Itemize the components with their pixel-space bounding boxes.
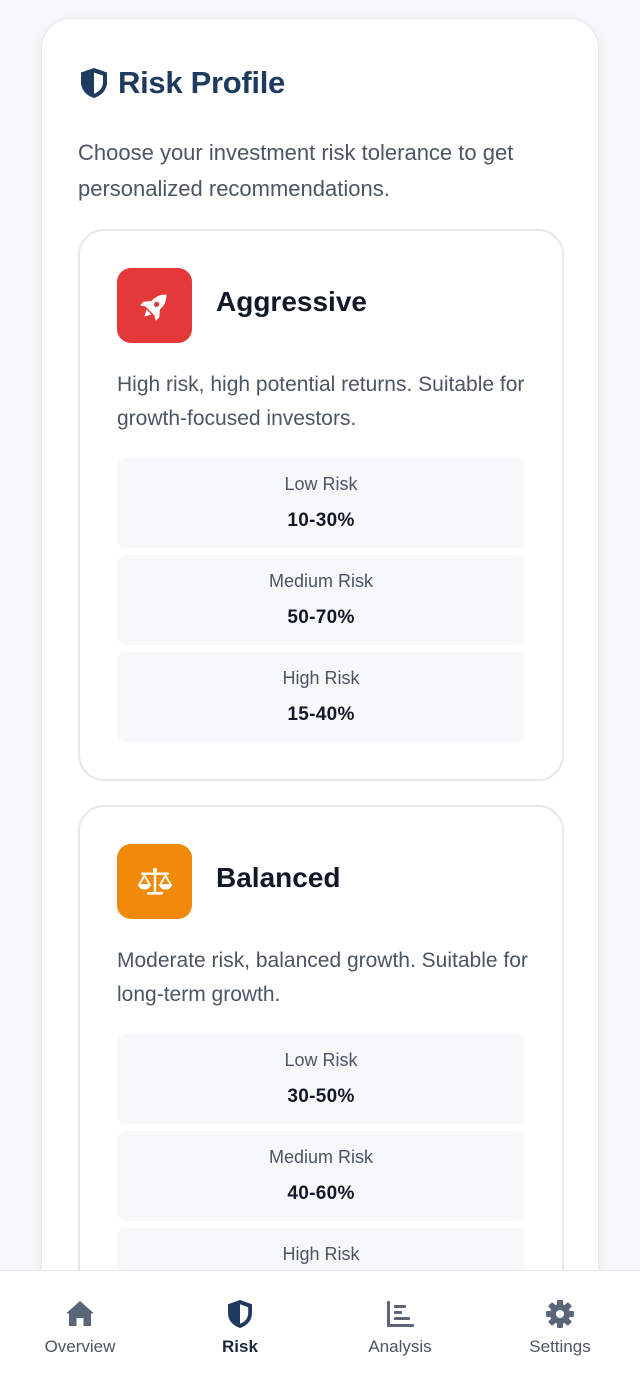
allocation-high-risk: High Risk 15-40%: [117, 652, 525, 742]
allocation-label: Medium Risk: [268, 1147, 374, 1167]
allocation-label: High Risk: [282, 668, 360, 688]
nav-label: Analysis: [368, 1337, 432, 1356]
profile-option-aggressive[interactable]: Aggressive High risk, high potential ret…: [78, 229, 564, 781]
card-header: Risk Profile: [78, 65, 285, 101]
shield-icon: [81, 68, 107, 98]
bottom-nav: Overview Risk Analysis Settings: [0, 1270, 640, 1387]
allocation-value: 10-30%: [287, 510, 355, 531]
allocation-value: 15-40%: [287, 704, 355, 725]
home-icon: [66, 1301, 94, 1326]
allocation-low-risk: Low Risk 10-30%: [117, 458, 525, 548]
nav-item-settings[interactable]: Settings: [480, 1271, 640, 1387]
shield-icon: [228, 1300, 252, 1328]
profile-icon-badge: [117, 268, 192, 343]
nav-label: Overview: [44, 1337, 116, 1356]
allocation-low-risk: Low Risk 30-50%: [117, 1034, 525, 1124]
allocation-label: Low Risk: [284, 474, 358, 494]
nav-item-overview[interactable]: Overview: [0, 1271, 160, 1387]
nav-label: Risk: [222, 1337, 258, 1356]
profile-name: Balanced: [216, 862, 341, 893]
allocation-value: 50-70%: [287, 607, 355, 628]
profile-name: Aggressive: [216, 286, 367, 317]
allocation-medium-risk: Medium Risk 50-70%: [117, 555, 525, 645]
chart-icon: [387, 1301, 414, 1327]
allocation-label: Medium Risk: [268, 571, 374, 591]
nav-item-analysis[interactable]: Analysis: [320, 1271, 480, 1387]
page-description: Choose your investment risk tolerance to…: [78, 140, 514, 201]
rocket-icon: [139, 294, 166, 321]
risk-screen: Risk Profile Choose your investment risk…: [0, 0, 640, 1387]
profile-icon-badge: [117, 844, 192, 919]
allocation-medium-risk: Medium Risk 40-60%: [117, 1131, 525, 1221]
allocation-label: Low Risk: [284, 1050, 358, 1070]
nav-item-risk[interactable]: Risk: [160, 1271, 320, 1387]
allocation-value: 30-50%: [287, 1086, 355, 1107]
nav-label: Settings: [529, 1337, 591, 1356]
page-title: Risk Profile: [118, 65, 285, 100]
scale-icon: [136, 867, 173, 895]
allocation-value: 40-60%: [287, 1183, 355, 1204]
profile-description: Moderate risk, balanced growth. Suitable…: [117, 949, 528, 1006]
allocation-label: High Risk: [282, 1244, 360, 1264]
gear-icon: [546, 1300, 574, 1328]
risk-profile-card: Risk Profile Choose your investment risk…: [41, 18, 599, 1387]
profile-description: High risk, high potential returns. Suita…: [117, 373, 525, 430]
